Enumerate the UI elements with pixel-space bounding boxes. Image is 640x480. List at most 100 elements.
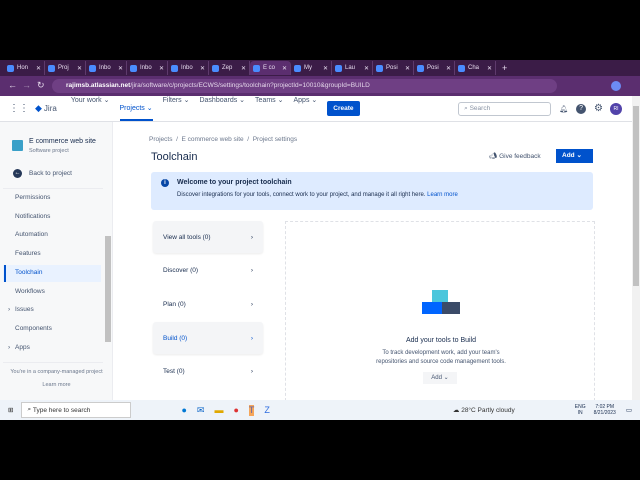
empty-state-panel: Add your tools to Build To track develop… <box>285 221 595 406</box>
welcome-banner: i Welcome to your project toolchain Disc… <box>151 172 593 210</box>
nav-dashboards[interactable]: Dashboards ⌄ <box>199 96 245 121</box>
taskbar-search[interactable]: ⌕ Type here to search <box>21 402 132 418</box>
sidebar-scrollbar[interactable] <box>105 236 111 342</box>
sidebar-item-automation[interactable]: Automation <box>15 231 48 238</box>
add-button[interactable]: Add ⌄ <box>556 149 593 163</box>
sidebar-item-label: Issues <box>15 306 34 314</box>
forward-icon[interactable]: → <box>22 80 31 90</box>
close-tab-icon[interactable]: ✕ <box>487 65 492 72</box>
chrome-icon[interactable]: ● <box>233 405 238 416</box>
category-plan[interactable]: Plan (0) › <box>153 288 263 320</box>
breadcrumb-projects[interactable]: Projects <box>149 136 172 143</box>
give-feedback-button[interactable]: 📣︎ Give feedback <box>489 152 541 160</box>
browser-tab[interactable]: Inbo ✕ <box>86 61 127 75</box>
jira-logo[interactable]: Jira <box>44 104 57 113</box>
add-label: Add <box>562 152 575 159</box>
url-input[interactable]: rajimsb.atlassian.net/jira/software/c/pr… <box>52 79 557 93</box>
sidebar-item-notifications[interactable]: Notifications <box>15 213 50 220</box>
app-switcher-icon[interactable]: ⋮⋮ <box>9 103 29 114</box>
browser-tab[interactable]: Zep ✕ <box>209 61 250 75</box>
back-to-project-link[interactable]: Back to project <box>29 170 72 177</box>
browser-tab[interactable]: Posi ✕ <box>373 61 414 75</box>
empty-add-button[interactable]: Add ⌄ <box>423 372 457 384</box>
breadcrumb-project[interactable]: E commerce web site <box>182 136 244 143</box>
banner-title: Welcome to your project toolchain <box>177 179 292 186</box>
sidebar-item-label: Toolchain <box>15 268 43 276</box>
category-build[interactable]: Build (0) › <box>153 322 263 355</box>
weather[interactable]: ☁ 28°C Partly cloudy <box>453 406 515 414</box>
search-input[interactable]: ⌕ Search <box>458 101 552 116</box>
sidebar-item-toolchain[interactable]: Toolchain <box>15 269 42 276</box>
close-tab-icon[interactable]: ✕ <box>446 65 451 72</box>
category-view[interactable]: View all tools (0) › <box>153 221 263 253</box>
sidebar-item-features[interactable]: Features <box>15 250 41 257</box>
browser-tab[interactable]: Proj ✕ <box>45 61 86 75</box>
notifications-icon[interactable]: 🔔︎ <box>559 105 568 113</box>
close-tab-icon[interactable]: ✕ <box>241 65 246 72</box>
mail-icon[interactable]: ✉ <box>197 405 205 416</box>
close-tab-icon[interactable]: ✕ <box>364 65 369 72</box>
browser-tab[interactable]: Inbo ✕ <box>168 61 209 75</box>
tab-favicon-icon <box>212 64 219 72</box>
jira-logo-icon: ◆ <box>35 103 42 113</box>
close-tab-icon[interactable]: ✕ <box>118 65 123 72</box>
category-discover[interactable]: Discover (0) › <box>153 255 263 287</box>
close-tab-icon[interactable]: ✕ <box>200 65 205 72</box>
language-indicator[interactable]: ENG IN <box>575 404 586 416</box>
sidebar-item-workflows[interactable]: Workflows <box>15 288 45 295</box>
browser-tab[interactable]: Hon ✕ <box>4 61 45 75</box>
page-scrollbar[interactable] <box>632 96 640 400</box>
reload-icon[interactable]: ↻ <box>37 80 45 91</box>
browser-tab[interactable]: My ✕ <box>291 61 332 75</box>
close-tab-icon[interactable]: ✕ <box>159 65 164 72</box>
sidebar-item-label: Automation <box>15 231 48 239</box>
browser-tab[interactable]: Posi ✕ <box>414 61 455 75</box>
sidebar-item-label: Apps <box>15 343 30 351</box>
new-tab-icon[interactable]: + <box>502 63 507 73</box>
browser-tab[interactable]: E co ✕ <box>250 61 291 75</box>
close-tab-icon[interactable]: ✕ <box>323 65 328 72</box>
create-button[interactable]: Create <box>327 101 360 116</box>
close-tab-icon[interactable]: ✕ <box>77 65 82 72</box>
tab-label: Proj <box>58 65 69 71</box>
notification-center-icon[interactable]: ▭ <box>626 406 632 414</box>
tab-label: Hon <box>17 65 29 71</box>
nav-projects[interactable]: Projects ⌄ <box>119 96 153 121</box>
nav-teams[interactable]: Teams ⌄ <box>255 96 283 121</box>
nav-your-work[interactable]: Your work ⌄ <box>71 96 110 121</box>
file-explorer-icon[interactable]: ▬ <box>214 405 223 416</box>
empty-text-1: To track development work, add your team… <box>382 350 500 356</box>
breadcrumb-settings[interactable]: Project settings <box>253 136 297 143</box>
project-sidebar: E commerce web site Software project ← B… <box>0 122 113 400</box>
sidebar-item-issues[interactable]: › Issues <box>8 306 34 314</box>
sidebar-item-components[interactable]: Components <box>15 325 52 332</box>
edge-icon[interactable]: ● <box>181 405 186 416</box>
help-icon[interactable]: ? <box>576 103 587 114</box>
search-placeholder: Search <box>469 105 491 112</box>
windows-start-icon[interactable]: ⊞ <box>8 406 13 414</box>
banner-body: Discover integrations for your tools, co… <box>177 192 426 198</box>
sidebar-item-apps[interactable]: › Apps <box>8 343 30 351</box>
close-tab-icon[interactable]: ✕ <box>405 65 410 72</box>
category-test[interactable]: Test (0) › <box>153 356 263 388</box>
back-icon[interactable]: ← <box>8 80 17 90</box>
sidebar-item-permissions[interactable]: Permissions <box>15 194 50 201</box>
profile-icon[interactable] <box>611 81 621 91</box>
learn-more-link[interactable]: Learn more <box>0 382 113 388</box>
clock[interactable]: 7:02 PM 8/21/2023 <box>594 404 616 416</box>
teams-icon[interactable]: T <box>248 404 255 416</box>
project-avatar-icon <box>12 140 23 151</box>
give-feedback-label: Give feedback <box>499 153 541 160</box>
settings-icon[interactable]: ⚙ <box>594 103 603 114</box>
browser-tab[interactable]: Lau ✕ <box>332 61 373 75</box>
browser-tab[interactable]: Cha ✕ <box>455 61 496 75</box>
banner-learn-more-link[interactable]: Learn more <box>427 192 458 198</box>
browser-tab[interactable]: Inbo ✕ <box>127 61 168 75</box>
zoom-icon[interactable]: Z <box>264 405 270 416</box>
avatar[interactable]: RI <box>610 102 622 115</box>
close-tab-icon[interactable]: ✕ <box>282 65 287 72</box>
nav-apps[interactable]: Apps ⌄ <box>293 96 317 121</box>
close-tab-icon[interactable]: ✕ <box>36 65 41 72</box>
nav-filters[interactable]: Filters ⌄ <box>163 96 190 121</box>
project-name: E commerce web site <box>29 138 96 145</box>
